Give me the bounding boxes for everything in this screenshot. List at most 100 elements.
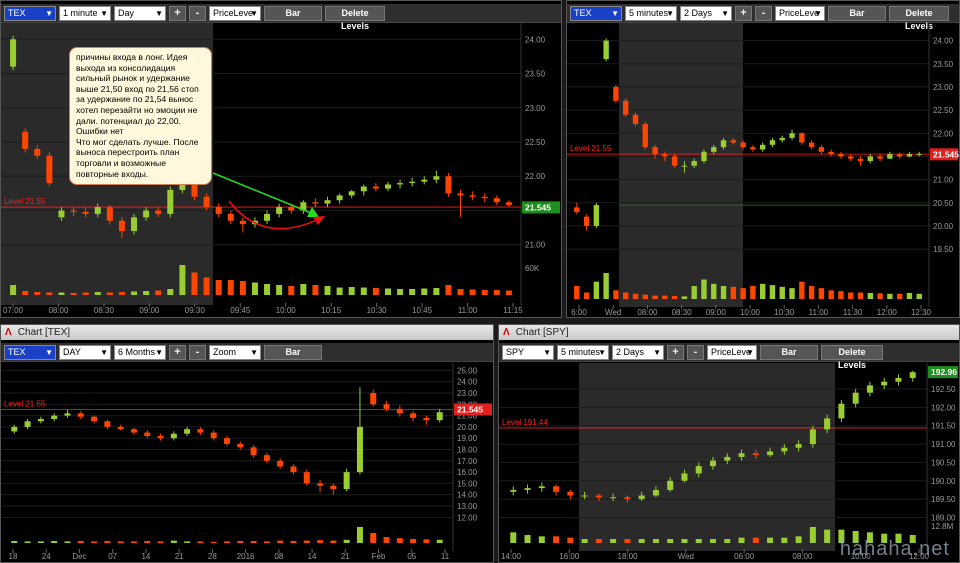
zoom-out-button[interactable]: - xyxy=(189,5,206,21)
interval-select[interactable]: 5 minutes ▼ xyxy=(557,344,609,360)
candle-body xyxy=(867,156,873,162)
y-tick-label: 22.50 xyxy=(933,106,954,115)
delete-levels-button[interactable]: Delete Levels xyxy=(889,5,949,31)
candle-body xyxy=(421,179,428,182)
plus-icon: + xyxy=(672,345,679,358)
volume-bar xyxy=(224,541,230,543)
volume-bar xyxy=(433,288,440,295)
volume-bar xyxy=(818,288,825,299)
study-value: PriceLeve xyxy=(711,346,752,357)
range-select[interactable]: 6 Months ▼ xyxy=(114,344,166,360)
candle-body xyxy=(22,131,29,149)
window-titlebar[interactable]: Λ Chart [TEX] xyxy=(1,325,493,340)
zoom-in-button[interactable]: + xyxy=(667,344,684,360)
chart-toolbar: SPY ▼ 5 minutes ▼ 2 Days ▼ + - PriceLeve ▼ B… xyxy=(499,343,959,370)
plus-icon: + xyxy=(174,6,181,19)
volume-bar xyxy=(799,281,805,299)
volume-bar xyxy=(423,539,430,543)
candle-body xyxy=(410,413,417,418)
candle-body xyxy=(795,444,802,448)
window-title: Chart [SPY] xyxy=(515,327,569,338)
x-tick-label: 14:00 xyxy=(501,552,522,561)
candle-body xyxy=(10,39,17,67)
interval-value: DAY xyxy=(63,346,81,357)
candle-body xyxy=(632,114,639,124)
zoom-out-button[interactable]: - xyxy=(189,344,206,360)
chart-style-button[interactable]: Bar xyxy=(828,5,886,21)
range-select[interactable]: 2 Days ▼ xyxy=(612,344,664,360)
candle-body xyxy=(767,451,774,456)
volume-bar xyxy=(730,286,737,299)
volume-bar xyxy=(117,541,124,543)
volume-bar xyxy=(632,293,639,299)
symbol-select[interactable]: TEX ▼ xyxy=(4,344,56,360)
candle-body xyxy=(695,466,702,474)
study-select[interactable]: PriceLeve ▼ xyxy=(707,344,757,360)
chart-style-button[interactable]: Bar xyxy=(264,344,322,360)
volume-bar xyxy=(104,541,111,543)
range-select[interactable]: 2 Days ▼ xyxy=(680,5,732,21)
last-price-label: 21.545 xyxy=(457,404,483,414)
interval-select[interactable]: 1 minute ▼ xyxy=(59,5,111,21)
candle-body xyxy=(895,378,902,382)
volume-bar xyxy=(170,540,177,543)
y-tick-label: 17.00 xyxy=(457,457,478,466)
symbol-select[interactable]: TEX ▼ xyxy=(4,5,56,21)
volume-bar xyxy=(58,292,65,295)
candle-body xyxy=(691,161,697,166)
x-tick-label: 24 xyxy=(42,552,51,561)
candle-body xyxy=(167,189,174,214)
y-tick-label: 13.00 xyxy=(457,502,478,511)
candle-body xyxy=(290,466,297,473)
candle-body xyxy=(348,191,355,196)
window-titlebar[interactable]: Λ Chart [SPY] xyxy=(499,325,959,340)
zoom-in-button[interactable]: + xyxy=(169,5,186,21)
candle-body xyxy=(264,213,271,221)
candle-body xyxy=(82,211,89,214)
zoom-select[interactable]: Zoom ▼ xyxy=(209,344,261,360)
candle-body xyxy=(409,181,416,184)
candle-body xyxy=(370,393,377,405)
candle-body xyxy=(667,480,674,490)
study-select[interactable]: PriceLeve ▼ xyxy=(209,5,261,21)
x-tick-label: Dec xyxy=(72,552,86,561)
volume-bar xyxy=(779,286,785,299)
interval-select[interactable]: DAY ▼ xyxy=(59,344,111,360)
candle-body xyxy=(317,483,324,486)
y-tick-label: 20.50 xyxy=(933,199,954,208)
minus-icon: - xyxy=(761,6,766,19)
volume-bar xyxy=(701,279,707,299)
delete-levels-button[interactable]: Delete Levels xyxy=(325,5,385,31)
candle-body xyxy=(157,435,164,439)
interval-select[interactable]: 5 minutes ▼ xyxy=(625,5,677,21)
delete-levels-button[interactable]: Delete Levels xyxy=(821,344,883,370)
candle-body xyxy=(263,455,270,461)
candle-body xyxy=(623,100,629,115)
symbol-select[interactable]: TEX ▼ xyxy=(570,5,622,21)
candle-body xyxy=(877,156,883,159)
candle-body xyxy=(91,416,98,422)
chart-style-button[interactable]: Bar xyxy=(760,344,818,360)
candle-body xyxy=(469,195,476,197)
level-label: Level 21.55 xyxy=(570,144,612,153)
volume-bar xyxy=(397,289,404,295)
volume-bar xyxy=(481,290,488,295)
y-tick-label: 190.00 xyxy=(931,477,956,486)
range-select[interactable]: Day ▼ xyxy=(114,5,166,21)
zoom-out-button[interactable]: - xyxy=(755,5,772,21)
chevron-down-icon: ▼ xyxy=(250,8,258,18)
last-price-label: 21.545 xyxy=(525,202,551,212)
candle-body xyxy=(277,460,284,467)
candle-body xyxy=(170,433,177,439)
candle-body xyxy=(481,196,488,199)
volume-bar xyxy=(671,295,678,299)
symbol-select[interactable]: SPY ▼ xyxy=(502,344,554,360)
zoom-in-button[interactable]: + xyxy=(169,344,186,360)
study-select[interactable]: PriceLeve ▼ xyxy=(775,5,825,21)
zoom-in-button[interactable]: + xyxy=(735,5,752,21)
chart-style-button[interactable]: Bar xyxy=(264,5,322,21)
volume-bar xyxy=(752,537,759,543)
zoom-out-button[interactable]: - xyxy=(687,344,704,360)
volume-bar xyxy=(64,541,71,543)
volume-bar xyxy=(336,287,343,295)
